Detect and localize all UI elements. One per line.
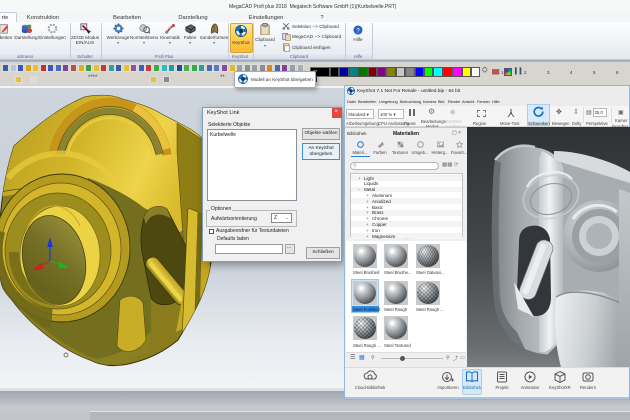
svg-text:?: ? bbox=[356, 27, 360, 34]
